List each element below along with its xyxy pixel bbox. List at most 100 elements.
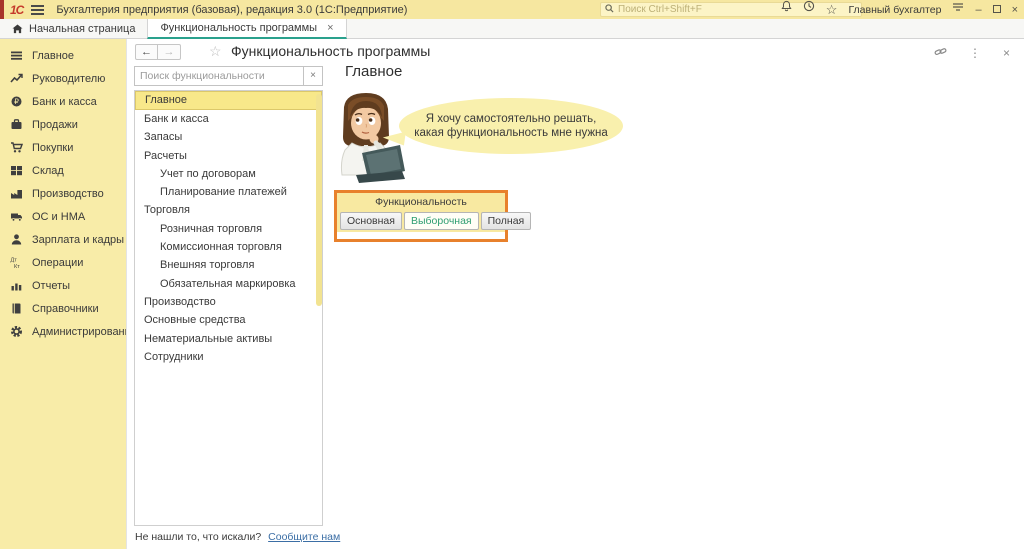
sidebar-item-os-i-nma[interactable]: ОС и НМА — [0, 205, 126, 228]
func-nav-item-planirovanie[interactable]: Планирование платежей — [135, 183, 322, 201]
sidebar-item-glavnoe[interactable]: Главное — [0, 44, 126, 67]
func-nav-item-torgovlya[interactable]: Торговля — [135, 201, 322, 219]
forward-button[interactable]: → — [158, 44, 181, 60]
func-nav-item-bank[interactable]: Банк и касса — [135, 110, 322, 128]
title-bar: 1С Бухгалтерия предприятия (базовая), ре… — [0, 0, 1024, 19]
get-link-icon[interactable] — [934, 46, 947, 60]
func-nav-item-sotrudniki[interactable]: Сотрудники — [135, 348, 322, 366]
tab-functionality-label: Функциональность программы — [160, 22, 317, 34]
sidebar-item-proizvodstvo[interactable]: Производство — [0, 182, 126, 205]
svg-text:₽: ₽ — [14, 97, 19, 106]
sidebar-label: Зарплата и кадры — [32, 234, 124, 246]
func-nav-item-glavnoe[interactable]: Главное — [135, 91, 322, 110]
sidebar-item-rukovoditelyu[interactable]: Руководителю — [0, 67, 126, 90]
tab-close-icon[interactable]: × — [327, 22, 333, 34]
functionality-search[interactable]: × — [134, 66, 323, 86]
bubble-text-line2: какая функциональность мне нужна — [399, 126, 623, 140]
option-polnaya-button[interactable]: Полная — [481, 212, 532, 230]
search-icon — [605, 4, 614, 16]
list-scrollbar-thumb[interactable] — [316, 94, 322, 306]
book-icon — [10, 302, 23, 315]
more-actions-icon[interactable]: ⋮ — [969, 47, 981, 59]
sidebar-label: Операции — [32, 257, 83, 269]
feedback-row: Не нашли то, что искали? Сообщите нам — [135, 531, 340, 543]
back-button[interactable]: ← — [135, 44, 158, 60]
func-nav-item-roznichnaya[interactable]: Розничная торговля — [135, 220, 322, 238]
sidebar-item-bank-i-kassa[interactable]: ₽ Банк и касса — [0, 90, 126, 113]
tab-functionality[interactable]: Функциональность программы × — [147, 19, 346, 39]
sidebar-label: ОС и НМА — [32, 211, 85, 223]
sidebar-label: Отчеты — [32, 280, 70, 292]
brand-strip — [0, 0, 4, 19]
main-menu-icon[interactable] — [31, 3, 44, 17]
func-nav-item-markirovka[interactable]: Обязательная маркировка — [135, 275, 322, 293]
person-icon — [10, 233, 23, 246]
menu-icon — [10, 49, 23, 62]
bubble-text-line1: Я хочу самостоятельно решать, — [399, 112, 623, 126]
sidebar-item-administrirovanie[interactable]: Администрирование — [0, 320, 126, 343]
svg-text:Дт: Дт — [11, 258, 18, 264]
cart-icon — [10, 141, 23, 154]
func-nav-item-uchet-po-dogovoram[interactable]: Учет по договорам — [135, 165, 322, 183]
section-title: Главное — [345, 63, 402, 80]
notifications-bell-icon[interactable] — [781, 0, 792, 19]
barchart-icon — [10, 279, 23, 292]
svg-text:Кт: Кт — [14, 264, 20, 269]
maximize-button[interactable] — [993, 4, 1001, 16]
func-nav-item-proizvodstvo[interactable]: Производство — [135, 293, 322, 311]
sidebar-item-zarplata-i-kadry[interactable]: Зарплата и кадры — [0, 228, 126, 251]
tab-home[interactable]: Начальная страница — [0, 19, 147, 38]
functionality-search-input[interactable] — [135, 67, 303, 85]
option-vyborochnaya-button[interactable]: Выборочная — [404, 212, 479, 230]
factory-icon — [10, 187, 23, 200]
func-nav-item-zapasy[interactable]: Запасы — [135, 128, 322, 146]
sidebar-label: Производство — [32, 188, 104, 200]
functionality-selector-box: Функциональность Основная Выборочная Пол… — [334, 190, 508, 242]
view-settings-icon[interactable] — [952, 0, 964, 19]
app-window: 1С Бухгалтерия предприятия (базовая), ре… — [0, 0, 1024, 549]
pallet-icon — [10, 164, 23, 177]
sidebar-item-operacii[interactable]: ДтКт Операции — [0, 251, 126, 274]
truck-icon — [10, 210, 23, 223]
section-sidebar: Главное Руководителю ₽ Банк и касса Прод… — [0, 39, 126, 549]
sidebar-item-pokupki[interactable]: Покупки — [0, 136, 126, 159]
option-osnovnaya-button[interactable]: Основная — [340, 212, 402, 230]
sidebar-item-spravochniki[interactable]: Справочники — [0, 297, 126, 320]
feedback-text: Не нашли то, что искали? — [135, 531, 261, 543]
sidebar-label: Справочники — [32, 303, 99, 315]
func-nav-item-komissionnaya[interactable]: Комиссионная торговля — [135, 238, 322, 256]
func-nav-item-nematerialnye-aktivy[interactable]: Нематериальные активы — [135, 330, 322, 348]
bubble-tail — [382, 129, 406, 146]
sidebar-label: Руководителю — [32, 73, 105, 85]
close-window-button[interactable]: × — [1012, 4, 1018, 16]
tab-bar: Начальная страница Функциональность прог… — [0, 19, 1024, 39]
func-nav-item-raschety[interactable]: Расчеты — [135, 147, 322, 165]
assistant-speech-bubble: Я хочу самостоятельно решать, какая функ… — [399, 98, 623, 154]
clear-search-icon[interactable]: × — [303, 67, 322, 85]
close-form-icon[interactable]: × — [1003, 47, 1010, 59]
minimize-button[interactable]: – — [975, 4, 981, 16]
coin-icon: ₽ — [10, 95, 23, 108]
history-icon[interactable] — [803, 0, 815, 19]
sidebar-item-otchety[interactable]: Отчеты — [0, 274, 126, 297]
briefcase-icon — [10, 118, 23, 131]
1c-logo: 1С — [10, 3, 23, 17]
tab-home-label: Начальная страница — [29, 23, 135, 35]
favorites-star-icon[interactable]: ☆ — [826, 0, 838, 19]
functionality-box-title: Функциональность — [337, 193, 505, 212]
favorite-star-icon[interactable]: ☆ — [209, 43, 222, 60]
sidebar-label: Покупки — [32, 142, 73, 154]
current-user[interactable]: Главный бухгалтер — [848, 4, 941, 16]
sidebar-label: Администрирование — [32, 326, 137, 338]
func-nav-item-osnovnye-sredstva[interactable]: Основные средства — [135, 311, 322, 329]
feedback-link[interactable]: Сообщите нам — [268, 531, 340, 543]
sidebar-item-sklad[interactable]: Склад — [0, 159, 126, 182]
page-title: Функциональность программы — [231, 43, 430, 59]
app-title: Бухгалтерия предприятия (базовая), редак… — [56, 4, 407, 16]
func-nav-item-vneshnyaya[interactable]: Внешняя торговля — [135, 256, 322, 274]
sidebar-item-prodazhi[interactable]: Продажи — [0, 113, 126, 136]
home-icon — [12, 24, 23, 34]
sidebar-label: Главное — [32, 50, 74, 62]
functionality-nav-list: Главное Банк и касса Запасы Расчеты Учет… — [134, 90, 323, 526]
sidebar-label: Склад — [32, 165, 64, 177]
